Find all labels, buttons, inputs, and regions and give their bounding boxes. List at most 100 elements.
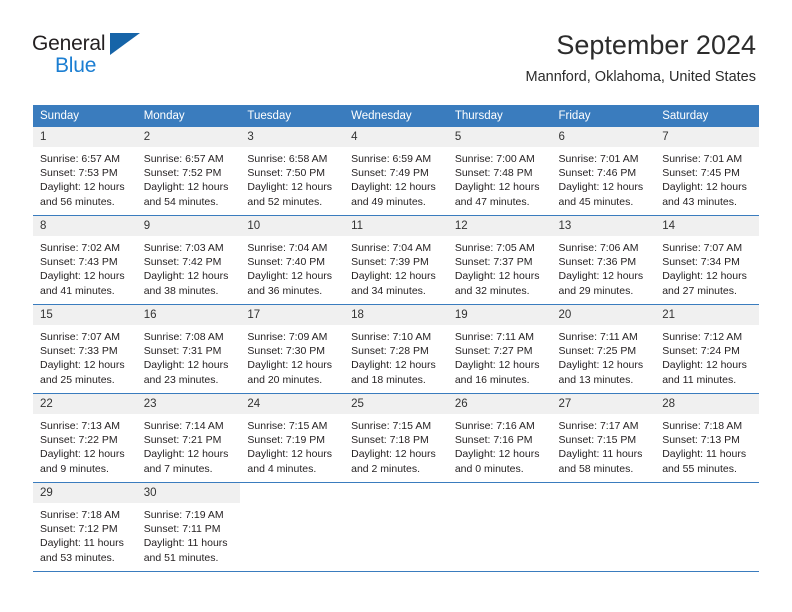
- calendar-day-cell[interactable]: 20 Sunrise: 7:11 AM Sunset: 7:25 PM Dayligh…: [551, 304, 656, 394]
- day-cell-content: 17 Sunrise: 7:09 AM Sunset: 7:30 PM Dayligh…: [240, 305, 345, 393]
- calendar-day-cell[interactable]: 21 Sunrise: 7:12 AM Sunset: 7:24 PM Dayligh…: [655, 304, 759, 394]
- day-number: 5: [447, 127, 552, 147]
- calendar-day-cell[interactable]: 30 Sunrise: 7:19 AM Sunset: 7:11 PM Dayligh…: [136, 482, 241, 572]
- calendar-day-cell[interactable]: 15 Sunrise: 7:07 AM Sunset: 7:33 PM Dayligh…: [33, 304, 137, 394]
- day-number: 22: [33, 394, 137, 414]
- calendar-day-cell[interactable]: 23 Sunrise: 7:14 AM Sunset: 7:21 PM Dayligh…: [136, 393, 241, 483]
- day-cell-content: 11 Sunrise: 7:04 AM Sunset: 7:39 PM Dayligh…: [344, 216, 448, 304]
- daylight-text-line1: Daylight: 12 hours: [558, 359, 644, 372]
- sunset-text: Sunset: 7:40 PM: [247, 256, 326, 269]
- day-details: Sunrise: 6:59 AM Sunset: 7:49 PM Daylight:…: [344, 147, 448, 209]
- day-number: 20: [551, 305, 656, 325]
- daylight-text-line2: and 16 minutes.: [454, 373, 530, 386]
- calendar-day-cell[interactable]: 4 Sunrise: 6:59 AM Sunset: 7:49 PM Daylight…: [344, 127, 448, 216]
- day-number: 8: [33, 216, 137, 236]
- daylight-text-line2: and 4 minutes.: [247, 462, 317, 475]
- weekday-header-sunday: Sunday: [33, 105, 137, 127]
- daylight-text-line2: and 41 minutes.: [40, 284, 115, 297]
- sunrise-text: Sunrise: 7:18 AM: [40, 509, 120, 521]
- calendar-day-cell[interactable]: 25 Sunrise: 7:15 AM Sunset: 7:18 PM Dayligh…: [344, 393, 448, 483]
- sunrise-text: Sunrise: 6:58 AM: [247, 153, 328, 165]
- sunset-text: Sunset: 7:21 PM: [143, 434, 222, 447]
- day-details: Sunrise: 7:04 AM Sunset: 7:40 PM Daylight:…: [240, 236, 344, 298]
- day-cell-content: 12 Sunrise: 7:05 AM Sunset: 7:37 PM Dayligh…: [447, 216, 552, 304]
- calendar-day-cell[interactable]: 1 Sunrise: 6:57 AM Sunset: 7:53 PM Daylight…: [33, 127, 137, 216]
- calendar-day-cell[interactable]: 18 Sunrise: 7:10 AM Sunset: 7:28 PM Dayligh…: [344, 304, 448, 394]
- calendar-day-cell[interactable]: 27 Sunrise: 7:17 AM Sunset: 7:15 PM Dayligh…: [551, 393, 656, 483]
- day-cell-content: [448, 483, 552, 571]
- calendar-day-cell[interactable]: 13 Sunrise: 7:06 AM Sunset: 7:36 PM Dayligh…: [551, 215, 656, 305]
- sunset-text: Sunset: 7:25 PM: [558, 345, 637, 358]
- day-details: Sunrise: 7:16 AM Sunset: 7:16 PM Daylight:…: [448, 414, 552, 476]
- day-details: Sunrise: 7:07 AM Sunset: 7:33 PM Daylight:…: [33, 325, 137, 387]
- day-cell-content: 3 Sunrise: 6:58 AM Sunset: 7:50 PM Daylight…: [240, 127, 345, 215]
- daylight-text-line1: Daylight: 12 hours: [351, 270, 436, 283]
- sunrise-text: Sunrise: 7:07 AM: [662, 242, 743, 254]
- sunset-text: Sunset: 7:53 PM: [40, 167, 118, 180]
- daylight-text-line1: Daylight: 12 hours: [247, 181, 333, 194]
- calendar-day-cell[interactable]: 6 Sunrise: 7:01 AM Sunset: 7:46 PM Daylight…: [551, 127, 656, 216]
- calendar-day-cell[interactable]: 3 Sunrise: 6:58 AM Sunset: 7:50 PM Daylight…: [240, 127, 345, 216]
- day-number: 23: [136, 394, 241, 414]
- daylight-text-line1: Daylight: 12 hours: [247, 448, 333, 461]
- day-details: Sunrise: 7:15 AM Sunset: 7:18 PM Daylight:…: [344, 414, 448, 476]
- weekday-header-wednesday: Wednesday: [344, 105, 448, 127]
- daylight-text-line2: and 52 minutes.: [247, 195, 323, 208]
- day-details: Sunrise: 7:03 AM Sunset: 7:42 PM Daylight:…: [137, 236, 241, 298]
- day-cell-content: 24 Sunrise: 7:15 AM Sunset: 7:19 PM Dayligh…: [240, 394, 345, 482]
- calendar-day-cell[interactable]: 8 Sunrise: 7:02 AM Sunset: 7:43 PM Daylight…: [33, 215, 137, 305]
- day-number: 16: [136, 305, 241, 325]
- calendar-day-cell[interactable]: 11 Sunrise: 7:04 AM Sunset: 7:39 PM Dayligh…: [344, 215, 448, 305]
- day-cell-content: 20 Sunrise: 7:11 AM Sunset: 7:25 PM Dayligh…: [551, 305, 656, 393]
- calendar-day-cell[interactable]: 10 Sunrise: 7:04 AM Sunset: 7:40 PM Dayligh…: [240, 215, 345, 305]
- daylight-text-line1: Daylight: 11 hours: [558, 448, 643, 461]
- calendar-day-cell[interactable]: 22 Sunrise: 7:13 AM Sunset: 7:22 PM Dayligh…: [33, 393, 137, 483]
- daylight-text-line2: and 13 minutes.: [558, 373, 634, 386]
- daylight-text-line1: Daylight: 12 hours: [40, 181, 125, 194]
- day-cell-content: 9 Sunrise: 7:03 AM Sunset: 7:42 PM Daylight…: [136, 216, 241, 304]
- calendar-day-cell[interactable]: 28 Sunrise: 7:18 AM Sunset: 7:13 PM Dayligh…: [655, 393, 759, 483]
- sunrise-text: Sunrise: 7:13 AM: [40, 420, 120, 432]
- day-details: Sunrise: 7:19 AM Sunset: 7:11 PM Daylight:…: [137, 503, 241, 565]
- daylight-text-line1: Daylight: 12 hours: [40, 359, 125, 372]
- day-cell-content: 22 Sunrise: 7:13 AM Sunset: 7:22 PM Dayligh…: [33, 394, 137, 482]
- day-number: 1: [33, 127, 137, 147]
- calendar-day-cell[interactable]: 9 Sunrise: 7:03 AM Sunset: 7:42 PM Daylight…: [136, 215, 241, 305]
- calendar-day-cell[interactable]: 17 Sunrise: 7:09 AM Sunset: 7:30 PM Dayligh…: [240, 304, 345, 394]
- calendar-day-cell[interactable]: 7 Sunrise: 7:01 AM Sunset: 7:45 PM Daylight…: [655, 127, 759, 216]
- sunrise-text: Sunrise: 7:18 AM: [662, 420, 743, 432]
- sunset-text: Sunset: 7:43 PM: [40, 256, 118, 269]
- calendar-day-cell[interactable]: 16 Sunrise: 7:08 AM Sunset: 7:31 PM Dayligh…: [136, 304, 241, 394]
- sunrise-text: Sunrise: 7:09 AM: [247, 331, 328, 343]
- sunset-text: Sunset: 7:31 PM: [143, 345, 222, 358]
- calendar-day-cell[interactable]: 14 Sunrise: 7:07 AM Sunset: 7:34 PM Dayligh…: [655, 215, 759, 305]
- calendar-day-cell[interactable]: 24 Sunrise: 7:15 AM Sunset: 7:19 PM Dayligh…: [240, 393, 345, 483]
- calendar-day-cell[interactable]: 26 Sunrise: 7:16 AM Sunset: 7:16 PM Dayligh…: [447, 393, 552, 483]
- weekday-header-saturday: Saturday: [655, 105, 759, 127]
- day-details: [344, 503, 448, 508]
- sunrise-text: Sunrise: 7:03 AM: [143, 242, 224, 254]
- calendar-day-cell[interactable]: 29 Sunrise: 7:18 AM Sunset: 7:12 PM Dayligh…: [33, 482, 137, 572]
- day-number: 7: [655, 127, 759, 147]
- calendar-day-cell[interactable]: 5 Sunrise: 7:00 AM Sunset: 7:48 PM Daylight…: [447, 127, 552, 216]
- daylight-text-line1: Daylight: 12 hours: [454, 181, 540, 194]
- sunrise-text: Sunrise: 7:16 AM: [454, 420, 535, 432]
- day-details: Sunrise: 7:01 AM Sunset: 7:46 PM Daylight:…: [552, 147, 656, 209]
- day-details: Sunrise: 7:14 AM Sunset: 7:21 PM Daylight:…: [137, 414, 241, 476]
- sunrise-text: Sunrise: 7:04 AM: [351, 242, 432, 254]
- day-details: [552, 503, 656, 508]
- calendar-day-cell[interactable]: 19 Sunrise: 7:11 AM Sunset: 7:27 PM Dayligh…: [447, 304, 552, 394]
- calendar-day-cell[interactable]: 2 Sunrise: 6:57 AM Sunset: 7:52 PM Daylight…: [136, 127, 241, 216]
- day-cell-content: 8 Sunrise: 7:02 AM Sunset: 7:43 PM Daylight…: [33, 216, 137, 304]
- sunset-text: Sunset: 7:28 PM: [351, 345, 429, 358]
- sunset-text: Sunset: 7:27 PM: [454, 345, 533, 358]
- daylight-text-line2: and 7 minutes.: [143, 462, 213, 475]
- daylight-text-line2: and 18 minutes.: [351, 373, 426, 386]
- sunrise-text: Sunrise: 6:59 AM: [351, 153, 432, 165]
- day-details: Sunrise: 7:11 AM Sunset: 7:25 PM Daylight:…: [552, 325, 656, 387]
- day-number: [240, 483, 344, 503]
- sunrise-text: Sunrise: 7:07 AM: [40, 331, 120, 343]
- calendar-day-cell[interactable]: 12 Sunrise: 7:05 AM Sunset: 7:37 PM Dayligh…: [447, 215, 552, 305]
- brand-logo[interactable]: General Blue: [32, 32, 182, 80]
- brand-name-general: General: [32, 32, 106, 55]
